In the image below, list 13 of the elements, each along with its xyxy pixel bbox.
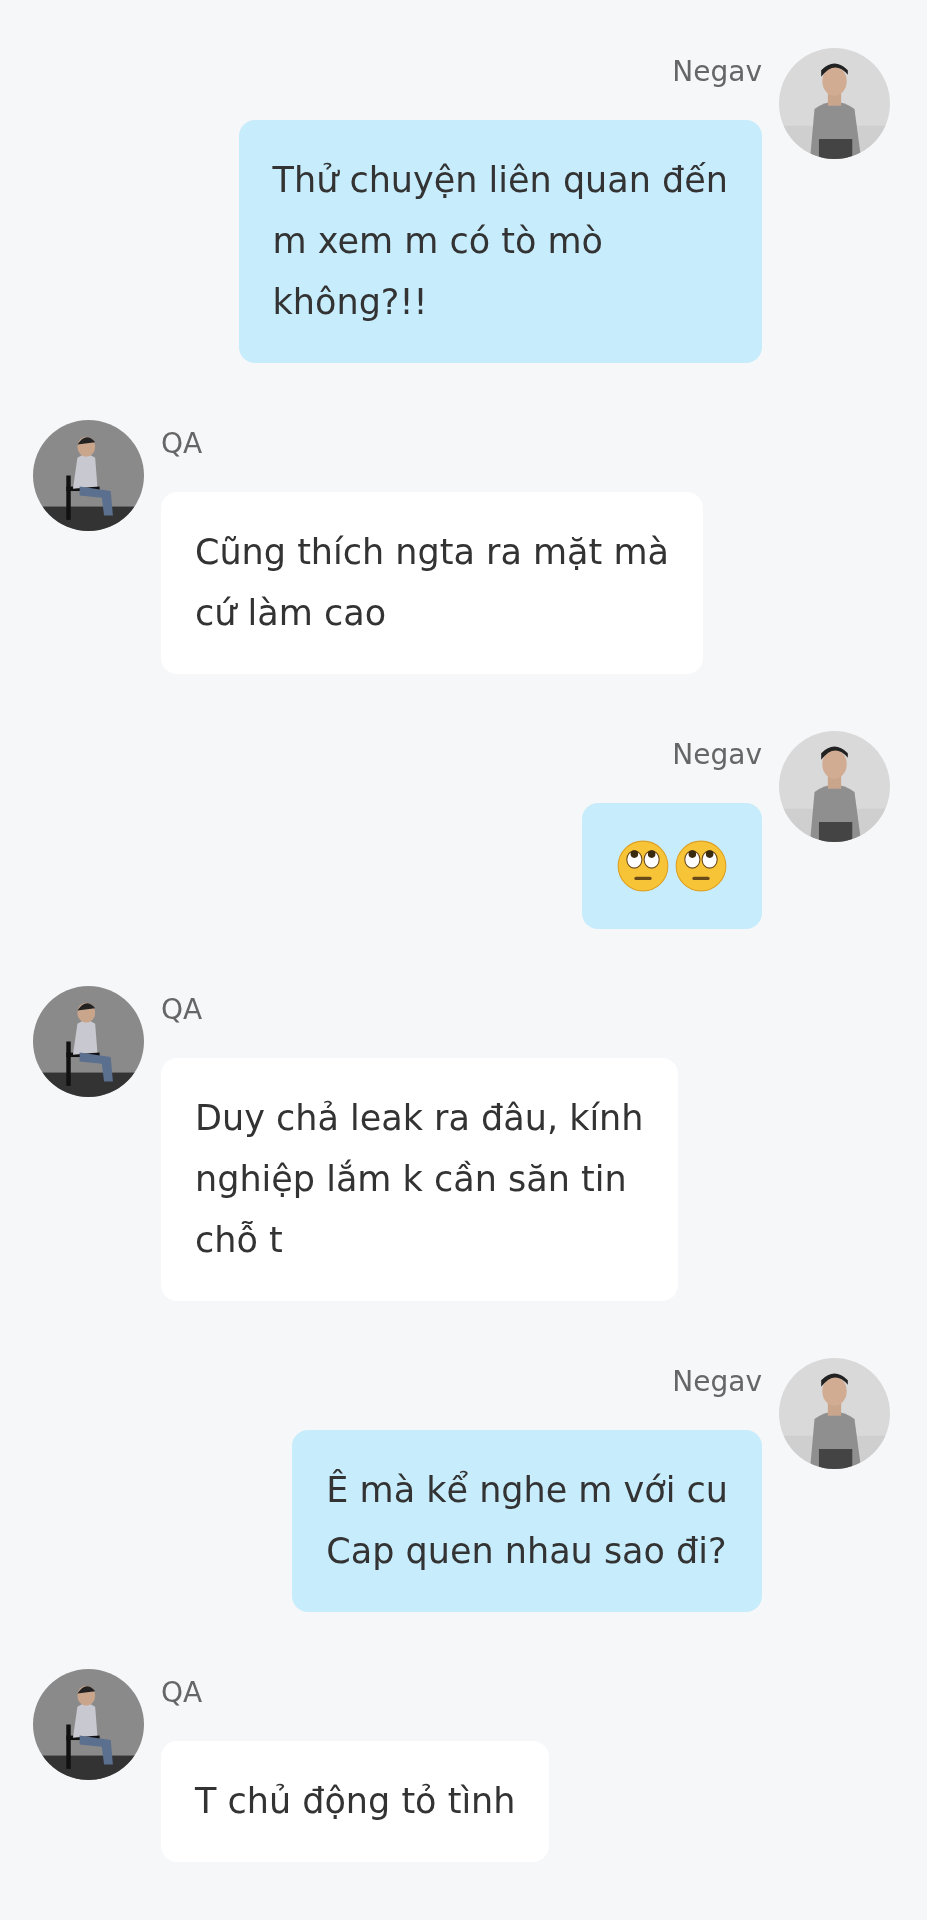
message-bubble: Duy chả leak ra đâu, kính nghiệp lắm k cần săn tin chỗ t	[161, 1058, 678, 1301]
sender-name: QA	[161, 426, 203, 462]
sender-name: Negav	[672, 54, 762, 90]
message-bubble: T chủ động tỏ tình	[161, 1741, 550, 1862]
message-bubble: Thử chuyện liên quan đến m xem m có tò mò không?!!	[238, 120, 762, 363]
message-bubble: Cũng thích ngta ra mặt mà cứ làm cao	[161, 492, 703, 674]
eye-roll-emoji-icon	[616, 839, 670, 893]
sender-name: Negav	[672, 1364, 762, 1400]
sender-name: Negav	[672, 737, 762, 773]
sender-name: QA	[161, 1675, 203, 1711]
sender-name: QA	[161, 992, 203, 1028]
eye-roll-emoji-icon	[674, 839, 728, 893]
message-bubble: Ê mà kể nghe m với cu Cap quen nhau sao đi?	[292, 1430, 762, 1612]
